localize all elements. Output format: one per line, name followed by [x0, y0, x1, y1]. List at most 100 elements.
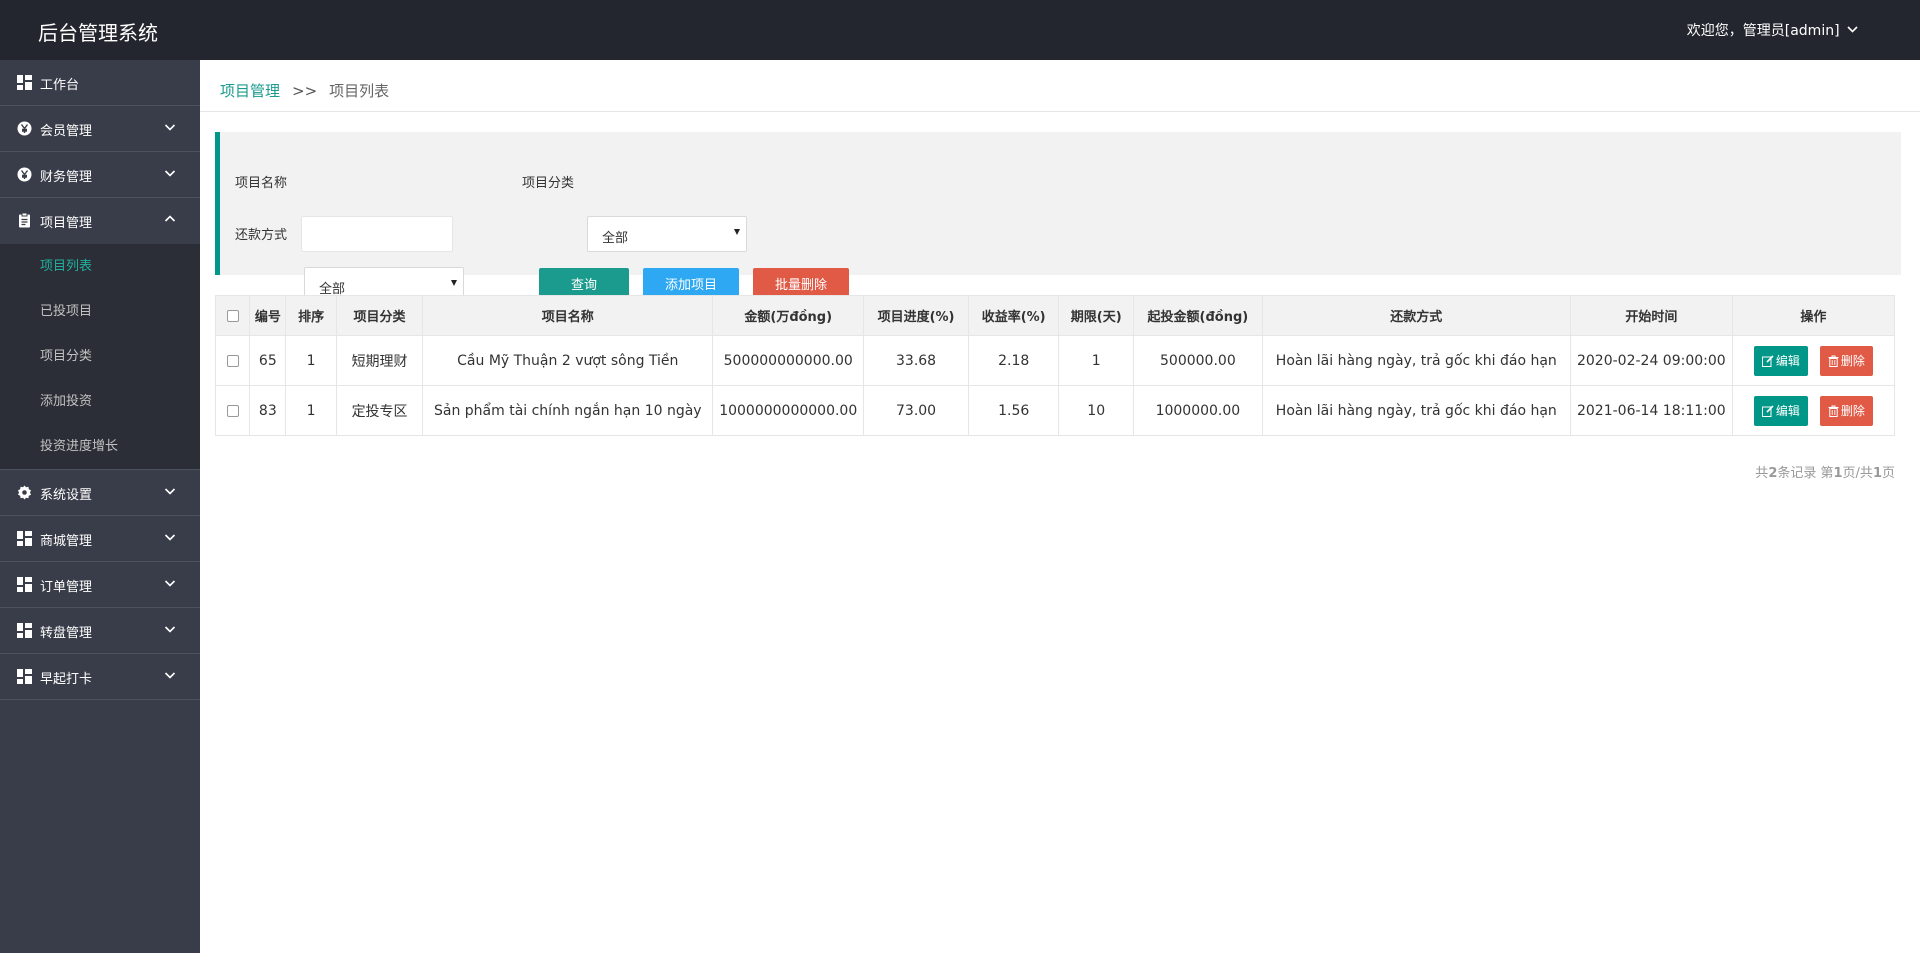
search-panel: 项目名称 项目分类 全部 还款方式 全部 查询 添加项目 批量删除 — [215, 132, 1901, 304]
cell-name: Cầu Mỹ Thuận 2 vượt sông Tiền — [422, 335, 714, 386]
column-header-name: 项目名称 — [422, 295, 714, 336]
row-checkbox[interactable] — [226, 404, 239, 417]
breadcrumb-separator: >> — [292, 82, 318, 100]
sidebar-subitem-project-list[interactable]: 项目列表 — [0, 244, 200, 289]
sidebar-subitem-invested-projects[interactable]: 已投项目 — [0, 289, 200, 334]
trash-icon — [1828, 355, 1839, 367]
user-menu-label: 欢迎您，管理员[admin] — [1686, 23, 1840, 39]
column-header-sort: 排序 — [285, 295, 337, 336]
project-name-input[interactable] — [301, 216, 453, 252]
cell-start-time: 2021-06-14 18:11:00 — [1569, 385, 1733, 436]
chevron-up-icon — [164, 215, 176, 222]
delete-button[interactable]: 删除 — [1819, 395, 1873, 426]
chevron-down-icon — [164, 124, 176, 131]
chevron-down-icon — [164, 534, 176, 541]
cell-repayment: Hoàn lãi hàng ngày, trả gốc khi đáo hạn — [1261, 335, 1571, 386]
trash-icon — [1828, 405, 1839, 417]
pager-text: 共 — [1755, 466, 1769, 481]
sidebar-subitem-investment-progress[interactable]: 投资进度增长 — [0, 424, 200, 469]
sidebar-item-label: 商城管理 — [40, 534, 93, 549]
user-menu[interactable]: 欢迎您，管理员[admin] — [1687, 20, 1858, 40]
sidebar-item-label: 订单管理 — [40, 580, 93, 595]
dashboard-icon — [17, 669, 32, 684]
sidebar-subitem-project-categories[interactable]: 项目分类 — [0, 334, 200, 379]
sidebar-item-label: 财务管理 — [40, 170, 93, 185]
pager-text: 页/共 — [1842, 466, 1873, 481]
chevron-down-icon — [1847, 26, 1858, 33]
sidebar-item-members[interactable]: 会员管理 — [0, 106, 200, 152]
gear-icon — [18, 485, 31, 500]
cell-term: 10 — [1058, 385, 1134, 436]
project-category-select[interactable]: 全部 — [587, 216, 747, 252]
select-all-checkbox[interactable] — [226, 309, 239, 322]
sidebar: 工作台 会员管理 财务管理 项目管理 项目列表 已投项目 项目分类 添加投资 投… — [0, 60, 200, 953]
cell-amount: 500000000000.00 — [712, 335, 865, 386]
chevron-down-icon — [164, 580, 176, 587]
cell-actions: 编辑 删除 — [1731, 385, 1896, 436]
sidebar-item-mall[interactable]: 商城管理 — [0, 516, 200, 562]
top-bar: 后台管理系统 欢迎您，管理员[admin] — [0, 0, 1920, 60]
cell-min-investment: 1000000.00 — [1132, 385, 1263, 436]
table-row: 83 1 定投专区 Sản phẩm tài chính ngắn hạn 10… — [214, 385, 1896, 436]
table-header-row: 编号 排序 项目分类 项目名称 金额(万đồng) 项目进度(%) 收益率(%)… — [214, 295, 1896, 336]
app-title: 后台管理系统 — [38, 21, 158, 45]
sidebar-item-projects[interactable]: 项目管理 — [0, 198, 200, 244]
dropdown-arrow-icon — [734, 229, 740, 235]
breadcrumb-parent-link[interactable]: 项目管理 — [220, 82, 280, 100]
sidebar-item-label: 项目管理 — [40, 216, 93, 231]
dashboard-icon — [17, 531, 32, 546]
pager-total: 2 — [1768, 466, 1778, 481]
project-table: 编号 排序 项目分类 项目名称 金额(万đồng) 项目进度(%) 收益率(%)… — [214, 295, 1896, 436]
edit-button[interactable]: 编辑 — [1753, 395, 1808, 426]
cell-category: 短期理财 — [335, 335, 424, 386]
chevron-down-icon — [164, 672, 176, 679]
sidebar-item-dashboard[interactable]: 工作台 — [0, 60, 200, 106]
chevron-down-icon — [164, 488, 176, 495]
cell-repayment: Hoàn lãi hàng ngày, trả gốc khi đáo hạn — [1261, 385, 1571, 436]
edit-button[interactable]: 编辑 — [1753, 345, 1808, 376]
sidebar-item-wheel[interactable]: 转盘管理 — [0, 608, 200, 654]
row-checkbox[interactable] — [226, 354, 239, 367]
cell-id: 83 — [249, 385, 287, 436]
main-content: 项目管理 >> 项目列表 项目名称 项目分类 全部 还款方式 全部 查询 添加项目 … — [200, 60, 1920, 953]
project-category-value: 全部 — [602, 231, 629, 246]
dashboard-icon — [17, 75, 32, 90]
cell-actions: 编辑 删除 — [1731, 335, 1896, 386]
column-header-min-investment: 起投金额(đồng) — [1132, 295, 1263, 336]
sidebar-item-label: 转盘管理 — [40, 626, 93, 641]
pagination-info: 共2条记录 第1页/共1页 — [1755, 462, 1895, 481]
column-header-yield: 收益率(%) — [967, 295, 1060, 336]
sidebar-item-label: 工作台 — [40, 78, 80, 93]
column-header-amount: 金额(万đồng) — [712, 295, 865, 336]
pager-page: 1 — [1833, 466, 1843, 481]
sidebar-item-orders[interactable]: 订单管理 — [0, 562, 200, 608]
dropdown-arrow-icon — [451, 280, 457, 286]
cell-start-time: 2020-02-24 09:00:00 — [1569, 335, 1733, 386]
column-header-actions: 操作 — [1731, 295, 1896, 336]
delete-button-label: 删除 — [1840, 403, 1865, 418]
sidebar-item-checkin[interactable]: 早起打卡 — [0, 654, 200, 700]
sidebar-item-label: 早起打卡 — [40, 672, 93, 687]
edit-icon — [1761, 354, 1774, 367]
edit-icon — [1761, 404, 1774, 417]
sidebar-subitem-add-investment[interactable]: 添加投资 — [0, 379, 200, 424]
clipboard-icon — [19, 213, 30, 228]
column-header-category: 项目分类 — [335, 295, 424, 336]
project-category-label: 项目分类 — [522, 176, 575, 191]
repayment-method-label: 还款方式 — [235, 228, 288, 243]
cell-sort: 1 — [285, 335, 337, 386]
cell-term: 1 — [1058, 335, 1134, 386]
cell-progress: 33.68 — [863, 335, 969, 386]
pager-text: 条记录 第 — [1777, 466, 1834, 481]
cell-yield: 2.18 — [967, 335, 1060, 386]
breadcrumb-current: 项目列表 — [329, 82, 390, 100]
column-header-repayment: 还款方式 — [1261, 295, 1571, 336]
delete-button[interactable]: 删除 — [1819, 345, 1873, 376]
cell-name: Sản phẩm tài chính ngắn hạn 10 ngày — [422, 385, 714, 436]
sidebar-item-finance[interactable]: 财务管理 — [0, 152, 200, 198]
dashboard-icon — [17, 577, 32, 592]
breadcrumb: 项目管理 >> 项目列表 — [220, 80, 389, 101]
sidebar-item-settings[interactable]: 系统设置 — [0, 470, 200, 516]
edit-button-label: 编辑 — [1775, 353, 1800, 368]
chevron-down-icon — [164, 170, 176, 177]
